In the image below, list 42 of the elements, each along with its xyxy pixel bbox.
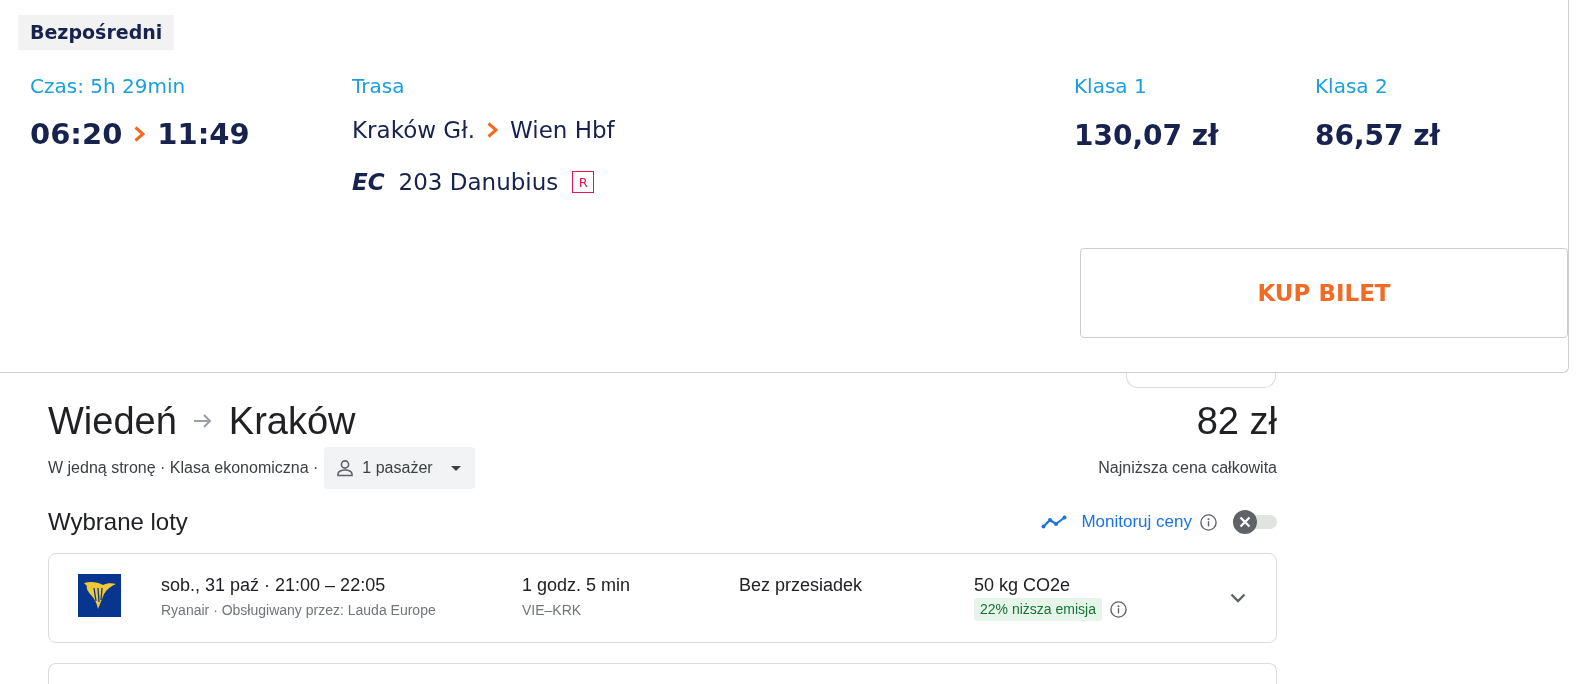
track-prices-link[interactable]: Monitoruj ceny — [1081, 512, 1192, 532]
fare-price: 86,57 zł — [1315, 119, 1441, 153]
info-icon[interactable] — [1109, 601, 1127, 618]
info-icon[interactable] — [1200, 513, 1217, 531]
caret-down-icon — [450, 465, 461, 471]
flight-schedule: sob., 31 paź · 21:00 – 22:05 — [161, 574, 386, 597]
flight-duration: 1 godz. 5 min — [522, 574, 631, 597]
price-note: Najniższa cena całkowita — [1098, 459, 1277, 477]
person-icon — [336, 459, 355, 477]
emissions-value: 50 kg CO2e — [974, 574, 1071, 597]
trend-line-icon — [1041, 515, 1068, 529]
train-name: 203 Danubius — [398, 168, 559, 196]
section-title: Wybrane loty — [48, 507, 188, 537]
departure-time: 06:20 — [30, 116, 123, 152]
price-tracking-toggle[interactable] — [1233, 509, 1277, 535]
destination-city: Kraków — [228, 399, 356, 444]
toggle-thumb-icon — [1233, 510, 1257, 534]
chevron-down-icon — [1230, 593, 1246, 603]
arrow-right-icon — [192, 413, 213, 429]
trip-summary: W jedną stronę · Klasa ekonomiczna · — [48, 459, 319, 477]
arrival-time: 11:49 — [157, 116, 250, 152]
route-label: Trasa — [352, 75, 406, 97]
chevron-right-icon — [134, 126, 146, 142]
carrier-info: Ryanair · Obsługiwany przez: Lauda Europe — [161, 601, 436, 619]
fare-class-label: Klasa 2 — [1315, 75, 1389, 97]
flight-route: VIE–KRK — [522, 601, 582, 619]
departure-station: Kraków Gł. — [352, 116, 475, 144]
fare-price: 130,07 zł — [1074, 119, 1220, 153]
arrival-station: Wien Hbf — [510, 116, 615, 144]
reservation-badge: R — [572, 171, 595, 193]
passengers-dropdown[interactable]: 1 pasażer — [324, 447, 475, 489]
duration-label: Czas: 5h 29min — [30, 75, 187, 97]
fare-class-label: Klasa 1 — [1074, 75, 1148, 97]
chevron-right-icon — [487, 122, 498, 138]
stops-info: Bez przesiadek — [739, 574, 863, 597]
direct-badge: Bezpośredni — [18, 15, 175, 50]
origin-city: Wiedeń — [48, 399, 177, 444]
total-price: 82 zł — [1196, 399, 1277, 444]
train-category: EC — [352, 168, 385, 196]
flight-card[interactable]: sob., 31 paź · 21:00 – 22:05 Ryanair · Obsługiwany przez: Lauda Europe 1 godz. 5 min VIE–KRK Bez przesiadek 50 kg CO2e 22% niższa emisja — [48, 553, 1277, 643]
airline-logo-icon — [78, 574, 121, 617]
emissions-badge: 22% niższa emisja — [974, 598, 1102, 621]
